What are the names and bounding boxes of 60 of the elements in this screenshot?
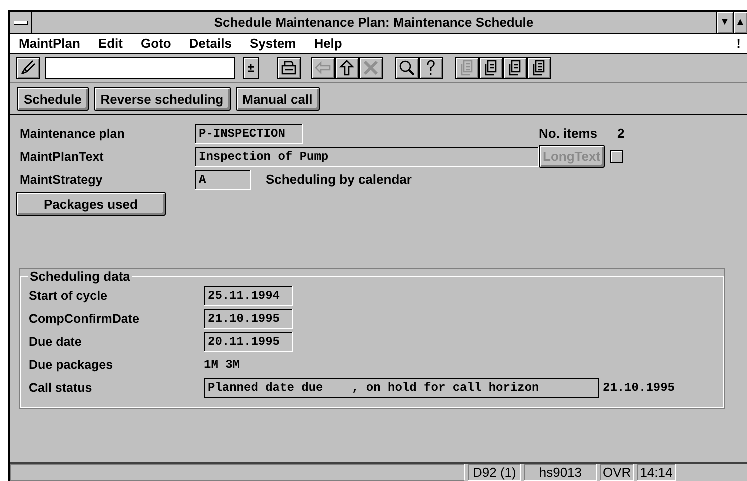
menu-item[interactable]: Details bbox=[189, 36, 232, 51]
field-label: Due date bbox=[29, 334, 83, 348]
field-value: 1M 3M bbox=[204, 358, 240, 372]
toolbar-button[interactable] bbox=[395, 57, 419, 79]
menu-item[interactable]: System bbox=[250, 36, 296, 51]
status-field[interactable]: Planned date due , on hold for call horizon bbox=[204, 378, 599, 398]
field-label: No. items bbox=[539, 126, 598, 141]
command-field[interactable] bbox=[45, 57, 235, 79]
toolbar-button[interactable] bbox=[419, 57, 443, 79]
dropdown-button[interactable]: ± bbox=[243, 57, 259, 79]
left-arrow-icon bbox=[315, 60, 331, 76]
date-field[interactable]: 21.10.1995 bbox=[204, 308, 293, 328]
dash-icon bbox=[14, 20, 28, 24]
toolbar-button[interactable] bbox=[335, 57, 359, 79]
strategy-description: Scheduling by calendar bbox=[266, 172, 412, 187]
status-segment: 14:14 bbox=[637, 464, 676, 481]
page-icon bbox=[459, 60, 475, 76]
input-field[interactable]: Inspection of Pump bbox=[195, 146, 539, 166]
item-count: 2 bbox=[618, 126, 625, 141]
toolbar-button[interactable] bbox=[527, 57, 551, 79]
toolbar-button[interactable] bbox=[479, 57, 503, 79]
window-control-button[interactable]: ▼ bbox=[716, 12, 733, 33]
field-label: Call status bbox=[29, 380, 94, 394]
toolbar-button[interactable] bbox=[277, 57, 301, 79]
menu-item[interactable]: Edit bbox=[98, 36, 123, 51]
field-label: CompConfirmDate bbox=[29, 312, 140, 326]
action-button[interactable]: Schedule bbox=[17, 87, 89, 111]
input-field[interactable]: A bbox=[195, 170, 251, 190]
alert-mark: ! bbox=[736, 36, 741, 51]
status-segment: OVR bbox=[600, 464, 634, 481]
status-segment: hs9013 bbox=[524, 464, 598, 481]
status-segment: D92 (1) bbox=[468, 464, 522, 481]
window-title: Schedule Maintenance Plan: Maintenance Schedule bbox=[213, 14, 535, 32]
date-field[interactable]: 20.11.1995 bbox=[204, 332, 293, 352]
action-button[interactable]: Manual call bbox=[236, 87, 320, 111]
menu-item[interactable]: MaintPlan bbox=[19, 36, 80, 51]
search-icon bbox=[399, 60, 415, 76]
toolbar-button[interactable] bbox=[16, 57, 40, 79]
field-label: MaintPlanText bbox=[20, 150, 105, 164]
packages-button[interactable]: Packages used bbox=[16, 192, 166, 216]
field-label: Maintenance plan bbox=[20, 126, 126, 140]
toolbar-button[interactable] bbox=[503, 57, 527, 79]
printer-icon bbox=[281, 60, 297, 76]
field-label: MaintStrategy bbox=[20, 172, 104, 186]
menu-item[interactable]: Help bbox=[314, 36, 342, 51]
cancel-icon bbox=[363, 60, 379, 76]
page-icon bbox=[507, 60, 523, 76]
checkbox[interactable] bbox=[610, 150, 623, 163]
field-value: 21.10.1995 bbox=[603, 380, 676, 394]
action-button[interactable]: Reverse scheduling bbox=[94, 87, 231, 111]
input-field[interactable]: P-INSPECTION bbox=[195, 124, 303, 144]
menu-item[interactable]: Goto bbox=[140, 36, 172, 51]
field-label: Due packages bbox=[29, 358, 114, 372]
group-title: Scheduling data bbox=[29, 269, 132, 284]
page-icon bbox=[531, 60, 547, 76]
page-icon bbox=[483, 60, 499, 76]
field-label: Start of cycle bbox=[29, 288, 109, 302]
date-field[interactable]: 25.11.1994 bbox=[204, 286, 293, 306]
window-control-button[interactable]: ▲ bbox=[733, 12, 747, 33]
up-arrow-icon bbox=[339, 60, 355, 76]
